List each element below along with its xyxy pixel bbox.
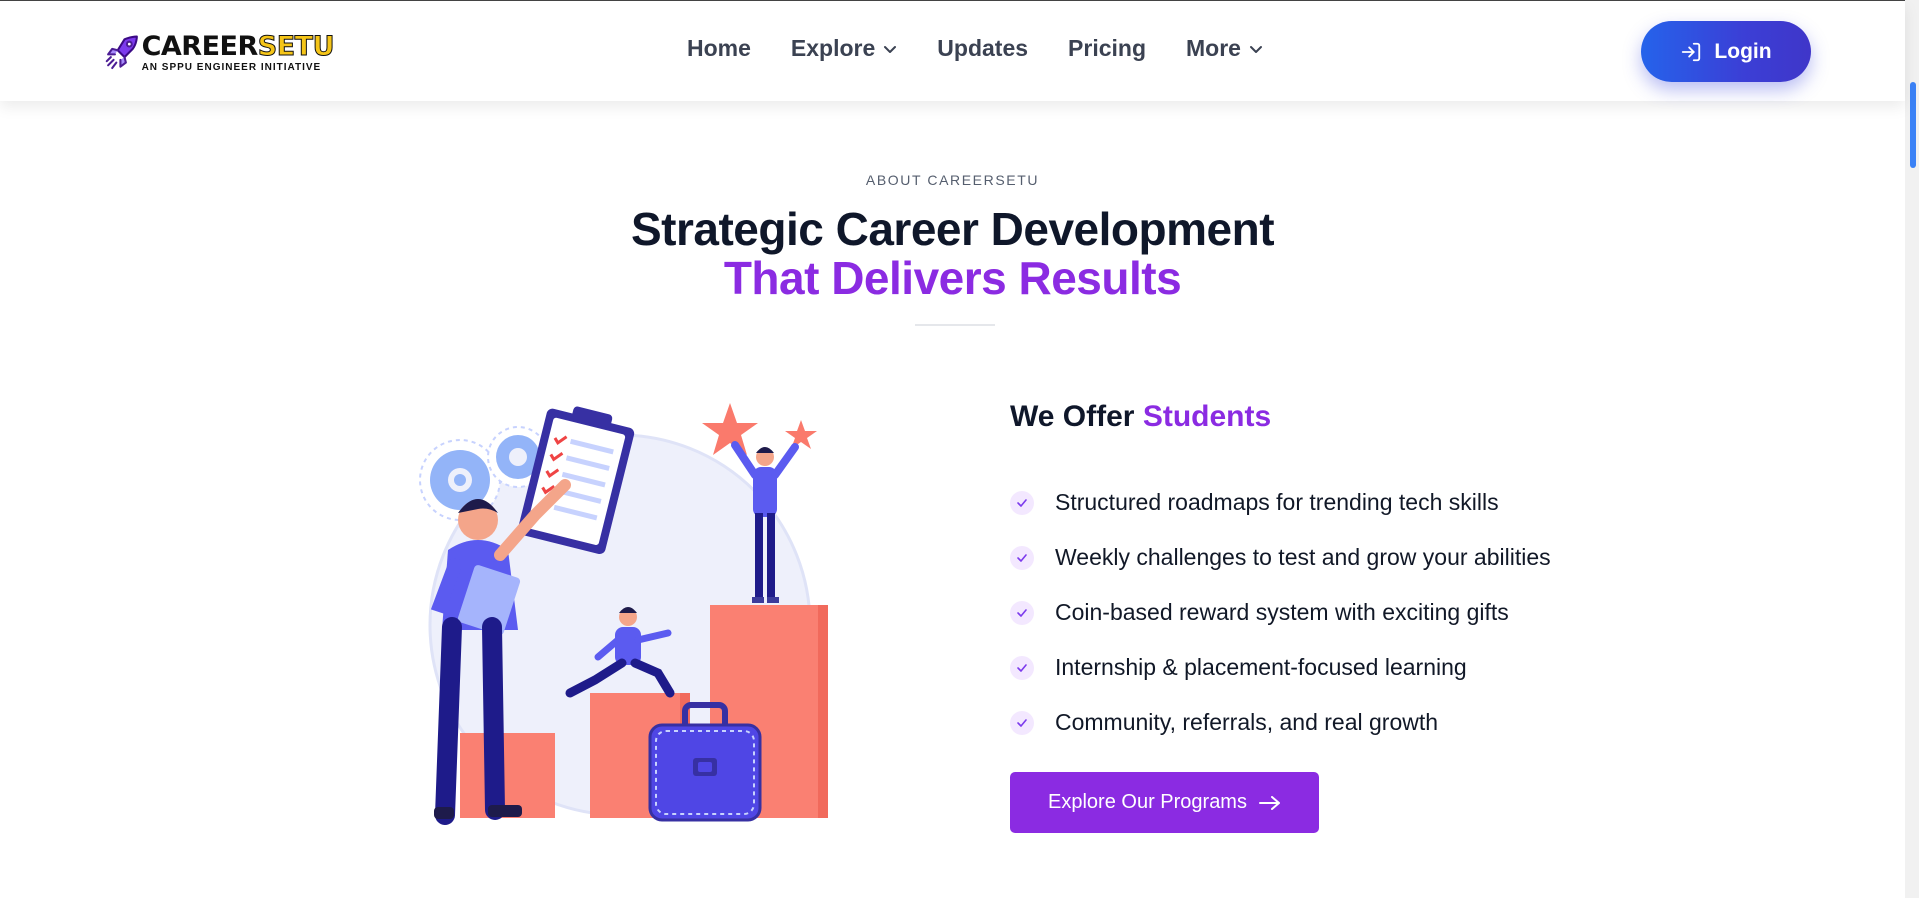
chevron-down-icon	[884, 45, 897, 53]
check-icon	[1010, 545, 1034, 570]
section-title: Strategic Career Development	[630, 203, 1275, 255]
logo-word-setu: SETU	[257, 31, 335, 62]
list-item: Structured roadmaps for trending tech sk…	[1010, 475, 1551, 530]
logo-word-career: CAREER	[141, 31, 259, 62]
list-item: Weekly challenges to test and grow your …	[1010, 530, 1551, 585]
nav-pricing[interactable]: Pricing	[1068, 35, 1146, 62]
check-icon	[1010, 490, 1034, 515]
list-item-text: Internship & placement-focused learning	[1055, 654, 1467, 680]
check-icon	[1010, 710, 1034, 735]
rocket-icon	[105, 35, 138, 70]
offer-list: Structured roadmaps for trending tech sk…	[1010, 475, 1551, 750]
nav-explore-label: Explore	[790, 35, 876, 61]
brand-logo[interactable]: CAREERSETU AN SPPU ENGINEER INITIATIVE	[104, 25, 335, 81]
nav-pricing-label: Pricing	[1068, 35, 1146, 61]
arrow-right-icon	[1258, 795, 1280, 810]
star-icon	[702, 403, 758, 455]
section-title-highlight: That Delivers Results	[723, 252, 1182, 304]
login-label: Login	[1714, 39, 1772, 63]
scrollbar-thumb[interactable]	[1910, 82, 1916, 168]
nav-updates[interactable]: Updates	[937, 35, 1028, 62]
logo-wordmark: CAREERSETU	[141, 31, 335, 62]
nav-more[interactable]: More	[1186, 35, 1263, 62]
title-divider	[915, 324, 995, 326]
list-item-text: Structured roadmaps for trending tech sk…	[1055, 489, 1499, 515]
list-item-text: Weekly challenges to test and grow your …	[1055, 544, 1551, 570]
career-growth-illustration	[419, 403, 828, 825]
star-icon	[785, 420, 817, 449]
logo-tagline: AN SPPU ENGINEER INITIATIVE	[141, 62, 322, 73]
login-button[interactable]: Login	[1641, 21, 1811, 82]
site-header: CAREERSETU AN SPPU ENGINEER INITIATIVE H…	[0, 1, 1905, 101]
offer-title-prefix: We Offer	[1010, 400, 1135, 433]
nav-home-label: Home	[687, 35, 751, 61]
main-nav: Home Explore Updates Pricing More	[687, 35, 1263, 62]
chevron-down-icon	[1249, 45, 1262, 53]
check-icon	[1010, 600, 1034, 625]
nav-explore[interactable]: Explore	[791, 35, 897, 62]
nav-home[interactable]: Home	[687, 35, 751, 62]
list-item: Internship & placement-focused learning	[1010, 640, 1551, 695]
explore-programs-label: Explore Our Programs	[1048, 791, 1247, 813]
nav-updates-label: Updates	[937, 35, 1029, 61]
list-item-text: Coin-based reward system with exciting g…	[1055, 599, 1509, 625]
section-eyebrow: ABOUT CAREERSETU	[865, 172, 1040, 188]
check-icon	[1010, 655, 1034, 680]
explore-programs-button[interactable]: Explore Our Programs	[1010, 772, 1319, 833]
offer-title: We Offer Students	[1010, 400, 1271, 434]
nav-more-label: More	[1186, 35, 1241, 61]
login-icon	[1682, 42, 1701, 61]
list-item-text: Community, referrals, and real growth	[1055, 709, 1439, 735]
list-item: Community, referrals, and real growth	[1010, 695, 1551, 750]
offer-title-highlight: Students	[1142, 400, 1272, 433]
list-item: Coin-based reward system with exciting g…	[1010, 585, 1551, 640]
